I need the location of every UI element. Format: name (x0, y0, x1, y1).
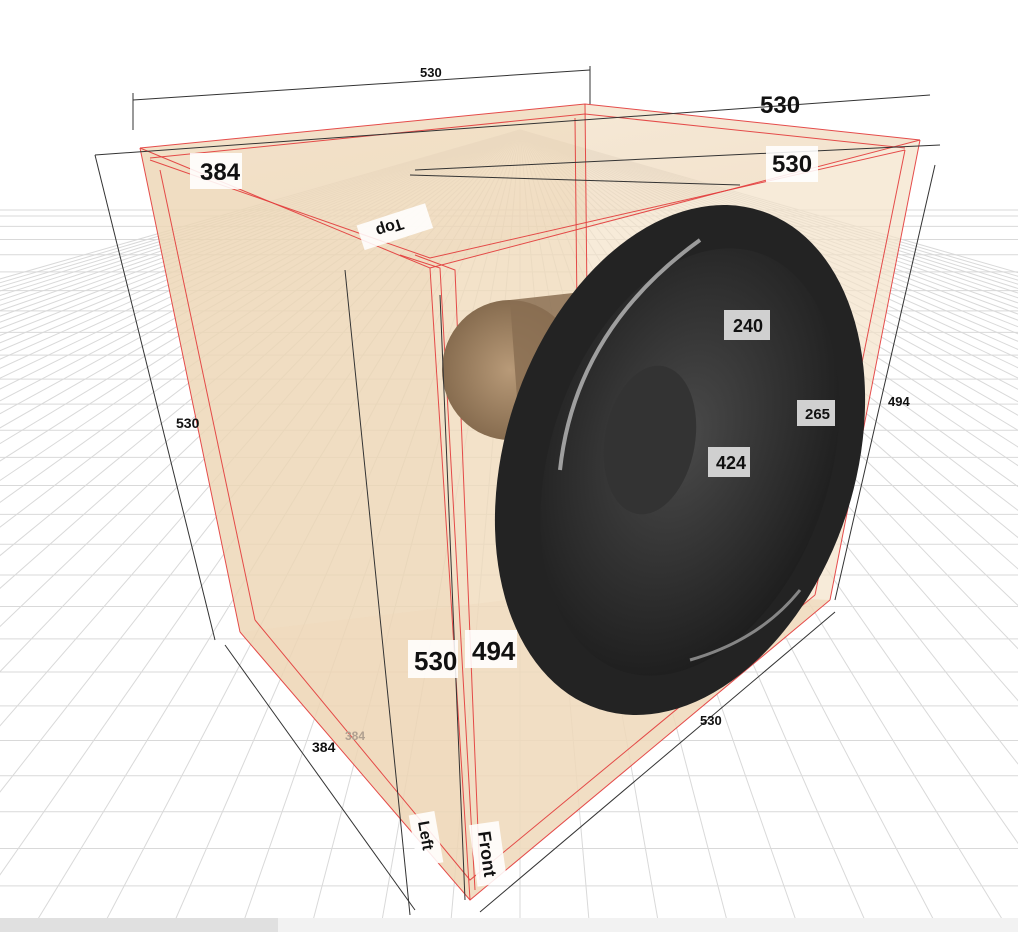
dim-front-height: 530 (408, 640, 458, 678)
driver-label-a: 240 (724, 310, 770, 340)
dim-bottom-width-text: 530 (700, 713, 722, 728)
status-bar-tab[interactable] (0, 918, 278, 932)
dim-right-height-text: 494 (888, 394, 910, 409)
dim-top-right-text: 530 (760, 92, 800, 119)
dim-top-back-text: 530 (420, 65, 442, 80)
driver-label-c-text: 424 (716, 453, 746, 473)
dim-top-back: 530 (420, 65, 442, 80)
dim-inner-front-height-text: 494 (472, 636, 516, 666)
dim-top-left-text: 384 (200, 159, 241, 186)
driver-label-b-text: 265 (805, 406, 830, 423)
3d-viewport[interactable]: 530 530 530 384 530 494 530 494 384 384 … (0, 0, 1018, 933)
driver-label-b: 265 (797, 400, 835, 426)
dim-left-height: 530 (176, 415, 200, 431)
dim-top-left: 384 (190, 153, 242, 189)
dim-front-top: 530 (766, 146, 818, 182)
enclosure-3d-view[interactable]: 530 530 530 384 530 494 530 494 384 384 … (0, 0, 1018, 933)
dim-inner-front-height: 494 (465, 630, 517, 668)
dim-right-height: 494 (888, 394, 910, 409)
dim-front-top-text: 530 (772, 151, 812, 178)
driver-label-a-text: 240 (733, 316, 763, 336)
dim-top-right: 530 (760, 92, 800, 119)
dim-bottom-width: 530 (700, 713, 722, 728)
driver-label-c: 424 (708, 447, 750, 477)
dim-bottom-depth-text: 384 (312, 739, 336, 755)
dim-front-height-text: 530 (414, 646, 457, 676)
dim-bottom-depth-ghost-text: 384 (345, 729, 365, 743)
dim-left-height-text: 530 (176, 415, 200, 431)
